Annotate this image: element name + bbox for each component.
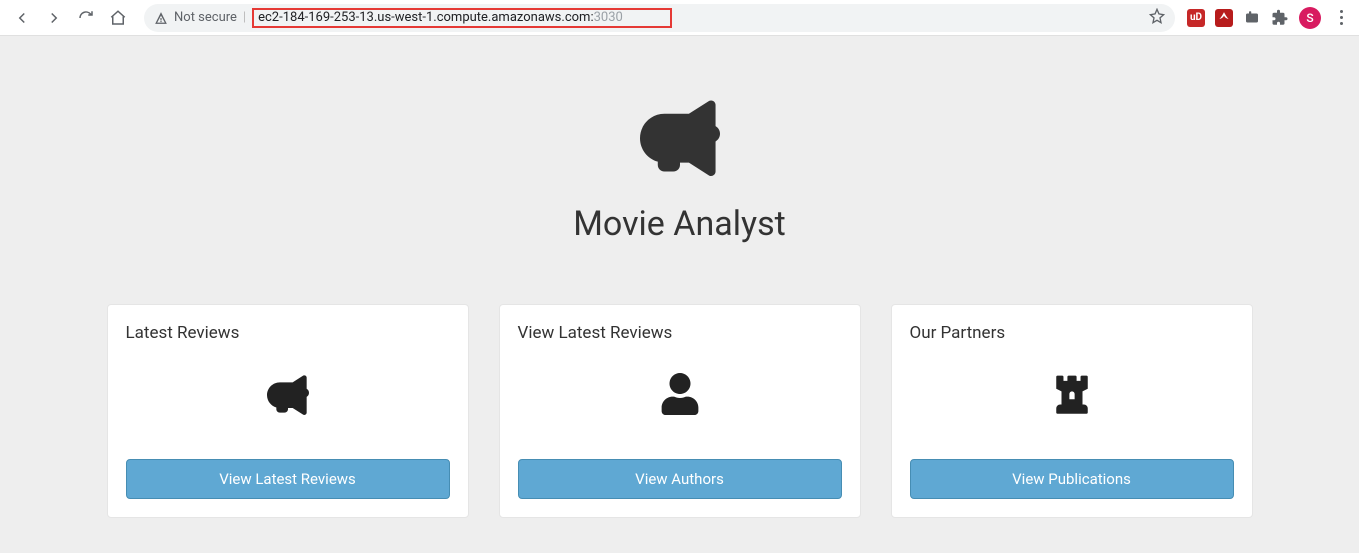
card-title: Latest Reviews (126, 323, 450, 343)
extensions-puzzle-icon[interactable] (1271, 9, 1289, 27)
acrobat-extension-icon[interactable] (1215, 9, 1233, 27)
card-title: Our Partners (910, 323, 1234, 343)
bullhorn-icon (126, 373, 450, 419)
address-bar[interactable]: Not secure | ec2-184-169-253-13.us-west-… (144, 4, 1175, 32)
bullhorn-icon (0, 96, 1359, 180)
not-secure-label: Not secure (174, 10, 237, 25)
card-title: View Latest Reviews (518, 323, 842, 343)
view-authors-button[interactable]: View Authors (518, 459, 842, 499)
ublock-extension-icon[interactable]: uD (1187, 9, 1205, 27)
home-button[interactable] (104, 4, 132, 32)
back-button[interactable] (8, 4, 36, 32)
page-content: Movie Analyst Latest Reviews View Latest… (0, 36, 1359, 553)
rook-icon (910, 373, 1234, 419)
view-publications-button[interactable]: View Publications (910, 459, 1234, 499)
browser-toolbar: Not secure | ec2-184-169-253-13.us-west-… (0, 0, 1359, 36)
profile-avatar[interactable]: S (1299, 7, 1321, 29)
hero-section: Movie Analyst (0, 36, 1359, 304)
browser-menu-button[interactable] (1331, 10, 1351, 25)
card-view-latest-reviews: View Latest Reviews View Authors (499, 304, 861, 518)
card-latest-reviews: Latest Reviews View Latest Reviews (107, 304, 469, 518)
reload-button[interactable] (72, 4, 100, 32)
not-secure-icon (154, 11, 168, 25)
star-icon[interactable] (1149, 8, 1165, 28)
url-port: 3030 (594, 10, 623, 25)
page-title: Movie Analyst (0, 204, 1359, 244)
forward-button[interactable] (40, 4, 68, 32)
extension-icon[interactable] (1243, 9, 1261, 27)
divider: | (243, 10, 246, 25)
url-highlight-box: ec2-184-169-253-13.us-west-1.compute.ama… (252, 8, 672, 28)
user-icon (518, 373, 842, 419)
view-latest-reviews-button[interactable]: View Latest Reviews (126, 459, 450, 499)
card-our-partners: Our Partners View Publications (891, 304, 1253, 518)
url-host: ec2-184-169-253-13.us-west-1.compute.ama… (258, 10, 593, 25)
cards-row: Latest Reviews View Latest Reviews View … (0, 304, 1359, 518)
toolbar-right: uD S (1187, 7, 1351, 29)
